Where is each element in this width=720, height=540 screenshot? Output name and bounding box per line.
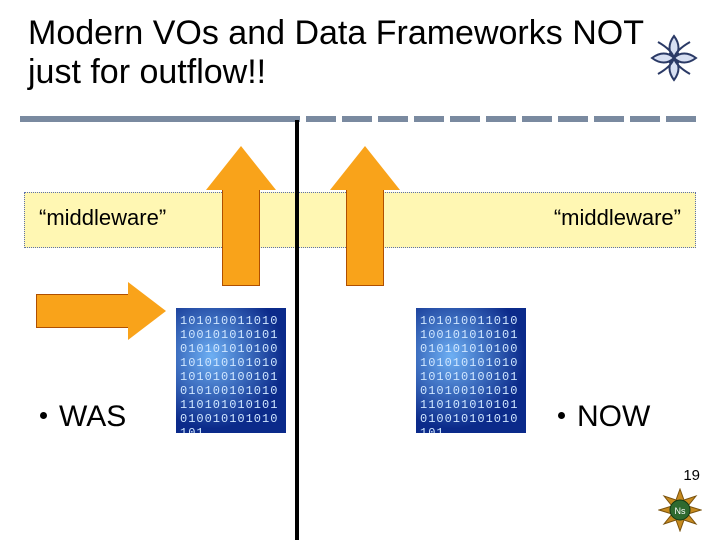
middleware-label-right: “middleware” <box>554 205 681 231</box>
was-label: WAS <box>40 400 126 434</box>
svg-text:Ns: Ns <box>675 506 686 516</box>
now-text: NOW <box>577 400 650 433</box>
corner-logo-icon <box>646 30 702 86</box>
binary-image-left: 1010100110101001010101010101010101001010… <box>176 308 286 433</box>
slide-title-block: Modern VOs and Data Frameworks NOT just … <box>28 14 668 92</box>
binary-image-right: 1010100110101001010101010101010101001010… <box>416 308 526 433</box>
ns-badge-icon: Ns <box>658 488 702 532</box>
slide: Modern VOs and Data Frameworks NOT just … <box>0 0 720 540</box>
bullet-dot-icon <box>558 412 565 419</box>
now-label: NOW <box>558 400 650 434</box>
bullet-dot-icon <box>40 412 47 419</box>
vertical-divider <box>295 120 299 540</box>
binary-text: 1010100110101001010101010101010101001010… <box>176 308 286 433</box>
binary-text: 1010100110101001010101010101010101001010… <box>416 308 526 433</box>
was-text: WAS <box>59 400 126 433</box>
right-arrow-icon <box>36 282 166 340</box>
slide-title: Modern VOs and Data Frameworks NOT just … <box>28 14 668 92</box>
middleware-label-left: “middleware” <box>39 205 166 231</box>
page-number: 19 <box>683 467 700 484</box>
